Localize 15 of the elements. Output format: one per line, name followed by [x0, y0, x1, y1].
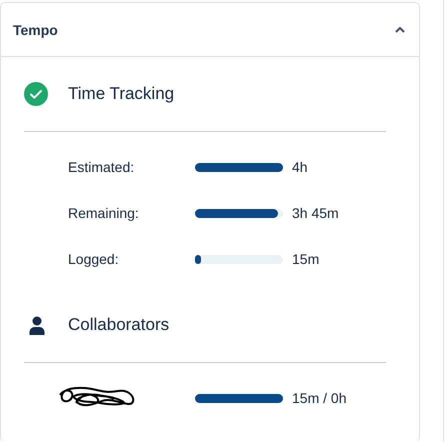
time-value: 3h 45m: [292, 205, 339, 221]
section-title: Time Tracking: [68, 84, 174, 104]
check-circle-icon: [24, 82, 48, 106]
field-label: Logged:: [68, 251, 120, 267]
collapse-toggle[interactable]: [395, 26, 405, 33]
time-value: 15m / 0h: [292, 390, 346, 406]
panel-header[interactable]: Tempo: [1, 3, 419, 57]
field-label: Remaining:: [68, 205, 140, 221]
panel-title: Tempo: [13, 22, 58, 38]
field-label: Estimated:: [68, 159, 136, 175]
time-value: 4h: [292, 159, 308, 175]
time-value: 15m: [292, 251, 320, 267]
section-title: Collaborators: [68, 315, 170, 335]
chevron-up-icon: [395, 26, 405, 33]
person-icon: [29, 316, 45, 334]
